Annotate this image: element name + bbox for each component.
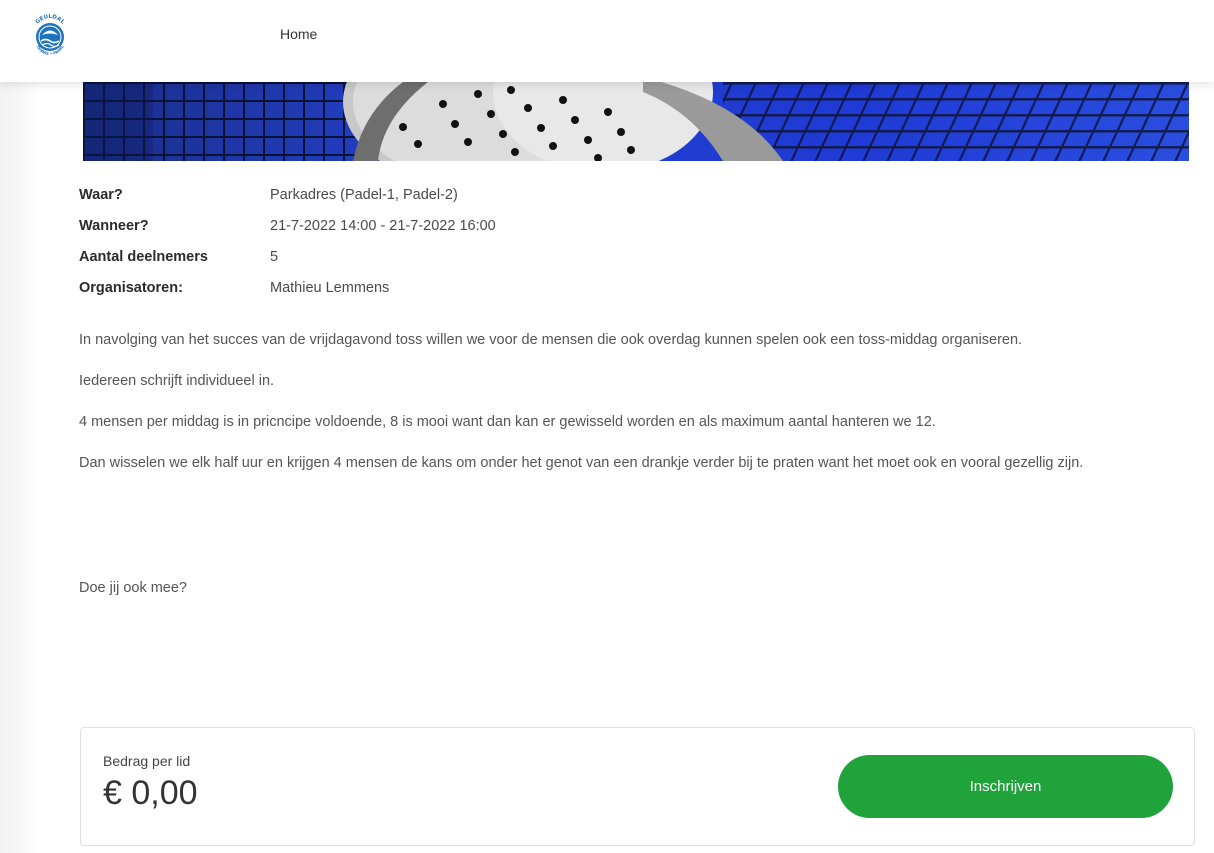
event-details: Waar? Parkadres (Padel-1, Padel-2) Wanne… — [79, 179, 779, 303]
signup-button[interactable]: Inschrijven — [838, 755, 1173, 818]
detail-label: Wanneer? — [79, 217, 149, 234]
detail-row-when: Wanneer? 21-7-2022 14:00 - 21-7-2022 16:… — [79, 210, 779, 241]
detail-value: Mathieu Lemmens — [270, 279, 390, 296]
detail-value: Parkadres (Padel-1, Padel-2) — [270, 186, 458, 203]
detail-row-organizers: Organisatoren: Mathieu Lemmens — [79, 272, 779, 303]
detail-value: 21-7-2022 14:00 - 21-7-2022 16:00 — [270, 217, 496, 234]
price-label: Bedrag per lid — [103, 753, 191, 769]
description-paragraph: Dan wisselen we elk half uur en krijgen … — [79, 455, 1084, 471]
price-value: € 0,00 — [103, 774, 198, 812]
detail-label: Waar? — [79, 186, 123, 203]
event-description: In navolging van het succes van de vrijd… — [79, 329, 1159, 493]
padel-racket-net-photo — [83, 82, 1189, 161]
detail-label: Aantal deelnemers — [79, 248, 208, 265]
site-header: GEULDAL TENNIS • PADEL Home — [0, 0, 1214, 82]
detail-label: Organisatoren: — [79, 279, 183, 296]
price-box: Bedrag per lid € 0,00 Inschrijven — [80, 727, 1195, 846]
detail-row-participants: Aantal deelnemers 5 — [79, 241, 779, 272]
detail-row-where: Waar? Parkadres (Padel-1, Padel-2) — [79, 179, 779, 210]
closing-question: Doe jij ook mee? — [79, 580, 187, 596]
hero-image — [83, 82, 1189, 161]
description-paragraph: Iedereen schrijft individueel in. — [79, 373, 275, 389]
club-logo-icon: GEULDAL TENNIS • PADEL — [35, 14, 66, 56]
detail-value: 5 — [270, 248, 279, 265]
nav-home-link[interactable]: Home — [280, 26, 317, 42]
club-logo[interactable]: GEULDAL TENNIS • PADEL — [28, 10, 72, 62]
description-paragraph: 4 mensen per middag is in pricncipe vold… — [79, 414, 936, 430]
description-paragraph: In navolging van het succes van de vrijd… — [79, 332, 1023, 348]
